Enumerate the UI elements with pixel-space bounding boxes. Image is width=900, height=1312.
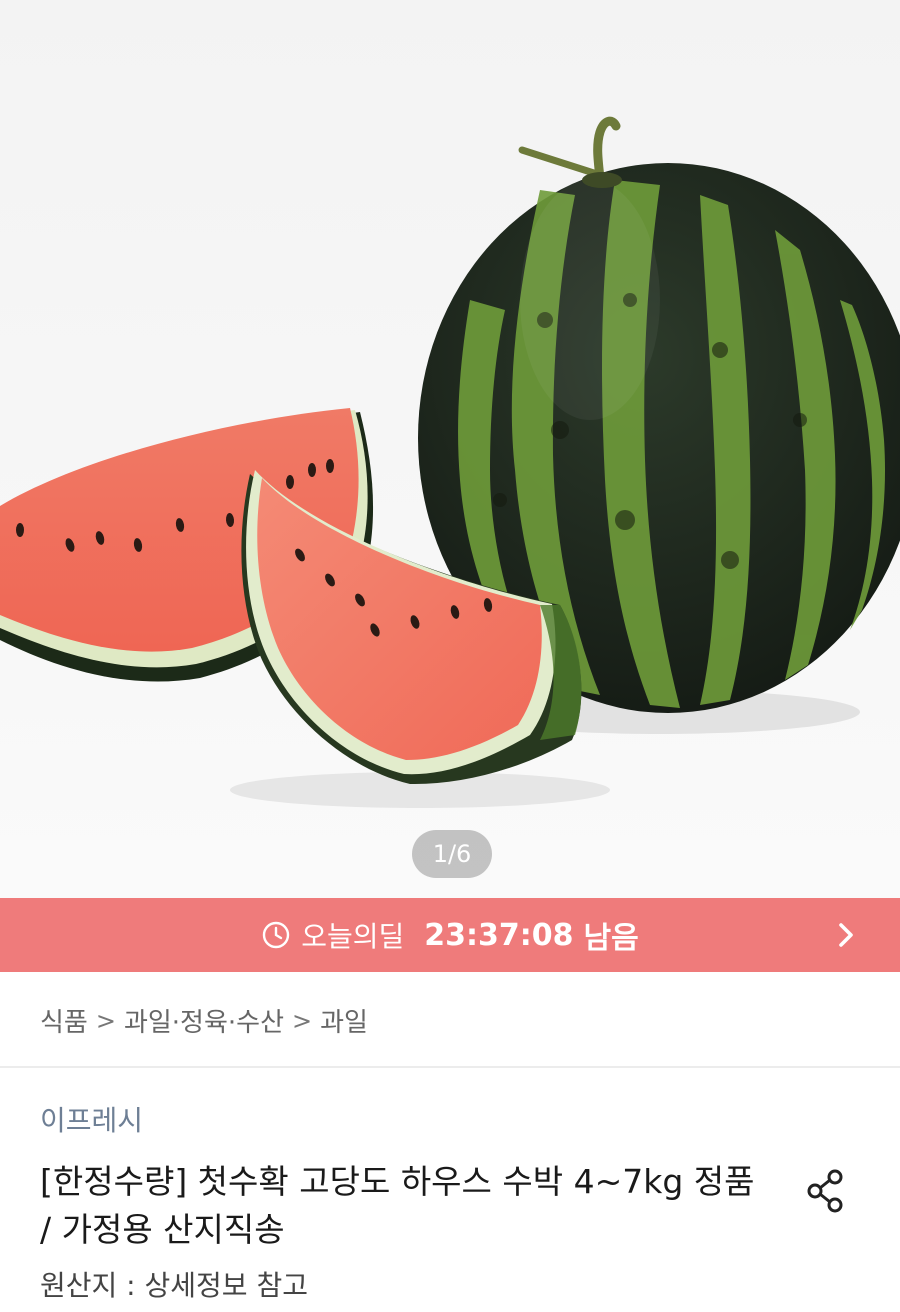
origin-info: 원산지 : 상세정보 참고 — [40, 1269, 308, 1302]
chevron-right-icon: > — [95, 1006, 116, 1035]
today-deal-bar[interactable]: 오늘의딜 23:37:08 남음 — [0, 898, 900, 972]
chevron-right-icon: > — [292, 1006, 313, 1035]
watermelon-photo — [0, 116, 900, 808]
product-title: [한정수량] 첫수확 고당도 하우스 수박 4~7kg 정품 / 가정용 산지직… — [40, 1162, 755, 1249]
breadcrumb-item-food[interactable]: 식품 — [40, 1002, 88, 1039]
breadcrumb-item-fruit[interactable]: 과일 — [320, 1002, 368, 1039]
deal-countdown: 23:37:08 — [424, 917, 574, 953]
breadcrumb: 식품 > 과일·정육·수산 > 과일 — [40, 1002, 368, 1039]
chevron-right-icon[interactable] — [828, 917, 864, 953]
deal-label: 오늘의딜 — [301, 920, 405, 953]
brand-name[interactable]: 이프레시 — [40, 1099, 143, 1139]
deal-remaining-label: 남음 — [583, 921, 639, 956]
breadcrumb-item-fruit-meat-seafood[interactable]: 과일·정육·수산 — [124, 1002, 284, 1039]
share-icon[interactable] — [805, 1168, 847, 1214]
section-divider — [0, 1066, 900, 1068]
product-image-carousel[interactable]: 1/6 — [0, 0, 900, 898]
image-counter-badge: 1/6 — [412, 830, 492, 878]
clock-icon — [263, 921, 290, 949]
